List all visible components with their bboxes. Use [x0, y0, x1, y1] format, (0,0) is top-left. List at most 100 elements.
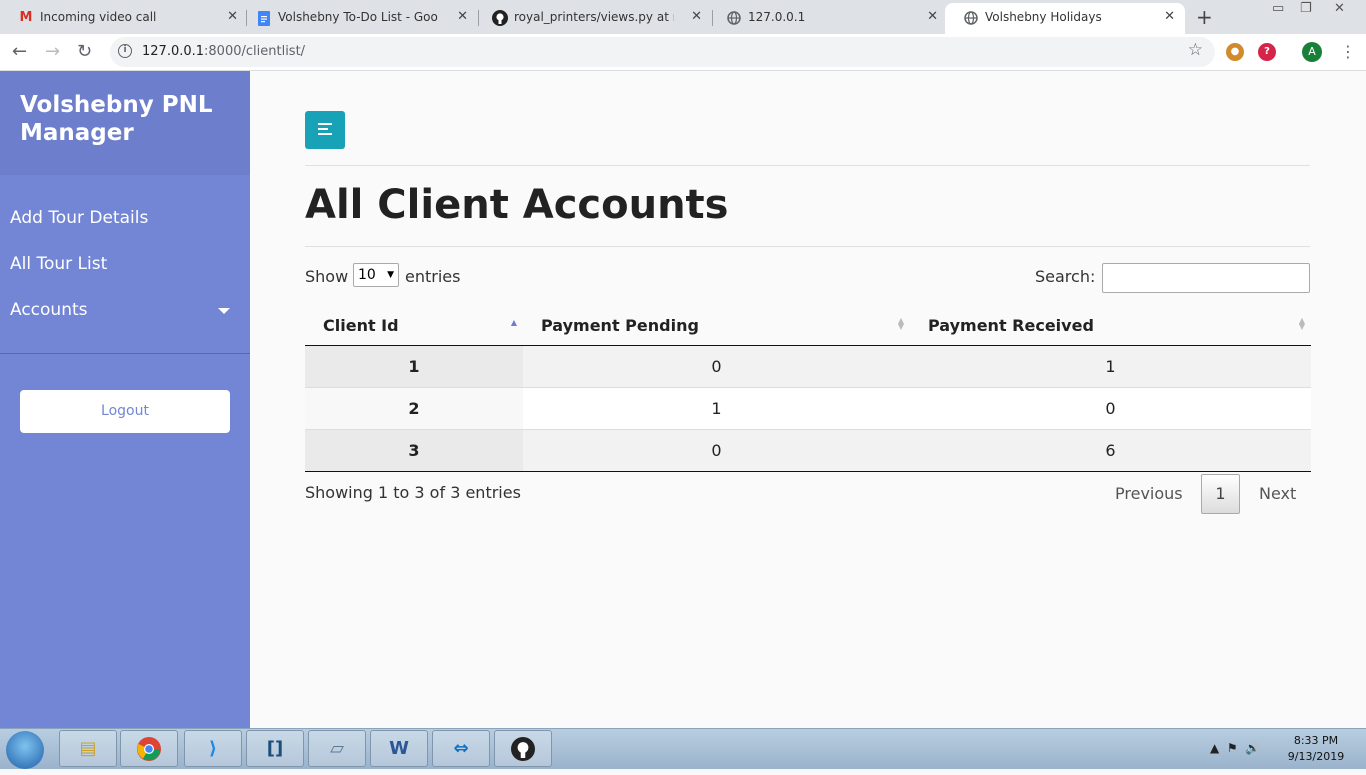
close-tab-icon[interactable]: ✕: [927, 3, 938, 31]
close-window-icon[interactable]: ✕: [1334, 0, 1345, 18]
tab-title: Volshebny To-Do List - Google D: [278, 10, 438, 24]
chrome-icon[interactable]: [120, 730, 178, 767]
vscode-icon[interactable]: ⟩: [184, 730, 242, 767]
entries-per-page-value: 10: [358, 267, 376, 283]
search-label: Search:: [1035, 267, 1096, 286]
forward-icon[interactable]: →: [45, 40, 60, 64]
divider: [305, 246, 1310, 247]
minimize-icon[interactable]: ▭: [1272, 0, 1284, 18]
dropdown-caret-icon[interactable]: [218, 308, 230, 314]
cookie-extension-icon[interactable]: ●: [1226, 43, 1244, 61]
cell-client-id: 2: [305, 386, 523, 429]
new-tab-icon[interactable]: +: [1196, 4, 1213, 30]
teamviewer-icon[interactable]: ⇔: [432, 730, 490, 767]
clock-date: 9/13/2019: [1287, 750, 1345, 763]
table-row: 2 1 0: [305, 386, 1311, 429]
cell-payment-received: 6: [910, 428, 1311, 472]
menu-lines-icon: [318, 133, 332, 135]
github-desktop-icon[interactable]: [494, 730, 552, 767]
sidebar: Volshebny PNL Manager Add Tour Details A…: [0, 71, 250, 728]
search-input[interactable]: [1102, 263, 1310, 293]
table-info: Showing 1 to 3 of 3 entries: [305, 483, 521, 502]
sidebar-divider: [0, 353, 250, 354]
globe-icon: [963, 10, 979, 26]
column-header-payment-pending[interactable]: Payment Pending ▲ ▼: [523, 306, 910, 346]
url-text: 127.0.0.1:8000/clientlist/: [142, 44, 305, 59]
browser-tab-bar: M Incoming video call ✕ Volshebny To-Do …: [0, 0, 1366, 34]
close-tab-icon[interactable]: ✕: [1164, 3, 1175, 31]
logout-button[interactable]: Logout: [20, 390, 230, 433]
sidebar-item-all-tour-list[interactable]: All Tour List: [10, 253, 107, 275]
tab-title: Volshebny Holidays: [985, 10, 1102, 24]
entries-per-page-select[interactable]: 10 ▼: [353, 263, 399, 287]
cell-client-id: 1: [305, 344, 523, 387]
notepad-icon[interactable]: ▱: [308, 730, 366, 767]
main-content: All Client Accounts Show 10 ▼ entries Se…: [250, 71, 1366, 728]
sidebar-item-accounts[interactable]: Accounts: [10, 299, 88, 321]
sort-both-icon: ▲ ▼: [897, 316, 904, 331]
menu-lines-icon: [318, 128, 328, 130]
google-docs-icon: [256, 10, 272, 26]
tab-google-docs[interactable]: Volshebny To-Do List - Google D ✕: [238, 3, 478, 34]
tab-title: 127.0.0.1: [748, 10, 806, 24]
extension-icon[interactable]: ?: [1258, 43, 1276, 61]
clock-time: 8:33 PM: [1293, 734, 1339, 747]
bookmark-star-icon[interactable]: ☆: [1188, 40, 1203, 60]
close-tab-icon[interactable]: ✕: [457, 3, 468, 31]
globe-icon: [726, 10, 742, 26]
cell-payment-pending: 1: [523, 386, 910, 429]
pagination-next[interactable]: Next: [1259, 484, 1296, 503]
select-arrow-icon: ▼: [387, 270, 394, 280]
cell-payment-pending: 0: [523, 344, 910, 387]
column-header-label: Payment Pending: [541, 315, 699, 335]
pagination-page-1[interactable]: 1: [1201, 474, 1240, 514]
column-header-payment-received[interactable]: Payment Received ▲ ▼: [910, 306, 1311, 346]
show-label: Show: [305, 267, 349, 286]
entries-label: entries: [405, 267, 461, 286]
sidebar-header: Volshebny PNL Manager: [0, 71, 250, 175]
tab-gmail[interactable]: M Incoming video call ✕: [0, 3, 248, 34]
cell-client-id: 3: [305, 428, 523, 472]
sort-ascending-icon: ▲: [510, 318, 517, 327]
table-row: 1 0 1: [305, 344, 1311, 387]
close-tab-icon[interactable]: ✕: [227, 3, 238, 31]
profile-avatar[interactable]: A: [1302, 42, 1322, 62]
sort-both-icon: ▲ ▼: [1298, 316, 1305, 331]
tab-volshebny-holidays[interactable]: Volshebny Holidays ✕: [945, 3, 1185, 34]
table-row: 3 0 6: [305, 428, 1311, 472]
site-info-icon[interactable]: i: [118, 44, 132, 58]
windows-taskbar: ▤ ⟩ [] ▱ W ⇔ ▲ ⚑ 🔊 8:33 PM 9/13/2019: [0, 728, 1366, 769]
column-header-label: Client Id: [323, 315, 399, 335]
system-tray-icons[interactable]: ▲ ⚑ 🔊: [1210, 741, 1260, 755]
divider: [305, 165, 1310, 166]
client-accounts-table: Client Id ▲ Payment Pending ▲ ▼ Payment R…: [305, 306, 1311, 472]
restore-icon[interactable]: ❐: [1300, 0, 1312, 18]
address-bar[interactable]: i 127.0.0.1:8000/clientlist/ ☆: [110, 37, 1215, 67]
app-title: Volshebny PNL Manager: [20, 92, 213, 146]
sidebar-toggle-button[interactable]: [305, 111, 345, 149]
page-title: All Client Accounts: [305, 182, 729, 228]
tab-localhost[interactable]: 127.0.0.1 ✕: [708, 3, 948, 34]
browser-menu-icon[interactable]: ⋮: [1340, 40, 1356, 64]
word-icon[interactable]: W: [370, 730, 428, 767]
file-explorer-icon[interactable]: ▤: [59, 730, 117, 767]
column-header-label: Payment Received: [928, 315, 1094, 335]
sidebar-item-add-tour-details[interactable]: Add Tour Details: [10, 207, 148, 229]
url-host: 127.0.0.1: [142, 44, 205, 59]
table-header-row: Client Id ▲ Payment Pending ▲ ▼ Payment R…: [305, 306, 1311, 346]
pagination-previous[interactable]: Previous: [1115, 484, 1183, 503]
cell-payment-received: 1: [910, 344, 1311, 387]
column-header-client-id[interactable]: Client Id ▲: [305, 306, 523, 346]
taskbar-clock[interactable]: 8:33 PM 9/13/2019: [1286, 733, 1346, 765]
close-tab-icon[interactable]: ✕: [691, 3, 702, 31]
tab-github[interactable]: royal_printers/views.py at maste ✕: [474, 3, 712, 34]
browser-toolbar: ← → ↻ i 127.0.0.1:8000/clientlist/ ☆ ● ?…: [0, 34, 1366, 71]
bracket-app-icon[interactable]: []: [246, 730, 304, 767]
cell-payment-pending: 0: [523, 428, 910, 472]
tab-title: royal_printers/views.py at maste: [514, 10, 674, 24]
start-button[interactable]: [6, 731, 44, 769]
reload-icon[interactable]: ↻: [77, 40, 92, 64]
github-icon: [492, 10, 508, 26]
gmail-icon: M: [19, 10, 33, 25]
back-icon[interactable]: ←: [12, 40, 27, 64]
